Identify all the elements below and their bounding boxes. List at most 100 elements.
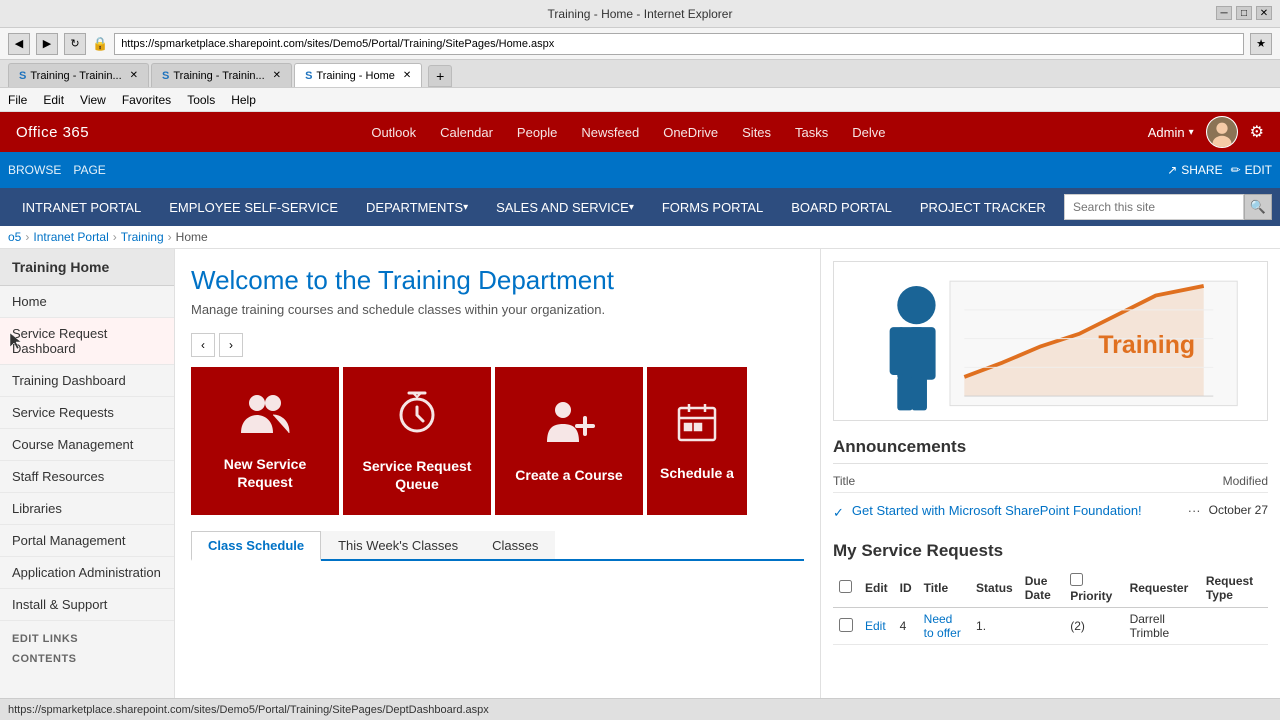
topnav-item-forms[interactable]: FORMS PORTAL — [648, 188, 777, 226]
announcements-title: Announcements — [833, 437, 1268, 464]
sidebar-item-install-support[interactable]: Install & Support — [0, 589, 174, 621]
o365-nav-people[interactable]: People — [517, 125, 557, 140]
settings-icon[interactable]: ⚙ — [1250, 122, 1264, 142]
browser-title: Training - Home - Internet Explorer — [548, 7, 733, 21]
o365-nav-onedrive[interactable]: OneDrive — [663, 125, 718, 140]
tab-close-2[interactable]: ✕ — [273, 70, 281, 81]
topnav-item-sales[interactable]: SALES AND SERVICE — [482, 188, 648, 226]
tab-close-1[interactable]: ✕ — [130, 70, 138, 81]
sr-title-link-1[interactable]: Need to offer — [924, 612, 961, 640]
tab-this-weeks-classes[interactable]: This Week's Classes — [321, 531, 475, 559]
tile-label-service-request-queue: Service Request Queue — [343, 457, 491, 493]
sr-table-header: Edit ID Title Status Due Date Priority R… — [833, 569, 1268, 608]
sidebar-item-home[interactable]: Home — [0, 286, 174, 318]
tile-icon-person-add — [543, 398, 595, 458]
tile-new-service-request[interactable]: New Service Request — [191, 367, 339, 515]
o365-nav-delve[interactable]: Delve — [852, 125, 885, 140]
o365-nav-sites[interactable]: Sites — [742, 125, 771, 140]
tile-create-course[interactable]: Create a Course — [495, 367, 643, 515]
tile-label-create-course: Create a Course — [507, 466, 630, 484]
tiles-container: New Service Request Service Request Queu… — [191, 367, 804, 515]
menu-help[interactable]: Help — [231, 93, 256, 107]
tab-close-3[interactable]: ✕ — [403, 70, 411, 81]
user-avatar[interactable] — [1206, 116, 1238, 148]
menu-file[interactable]: File — [8, 93, 27, 107]
breadcrumb-training[interactable]: Training — [121, 230, 164, 244]
topnav-item-intranet[interactable]: INTRANET PORTAL — [8, 188, 155, 226]
menu-edit[interactable]: Edit — [43, 93, 64, 107]
browser-tab-1[interactable]: S Training - Trainin... ✕ — [8, 63, 149, 87]
forward-btn[interactable]: ▶ — [36, 33, 58, 55]
svg-text:Training: Training — [1098, 331, 1195, 359]
sr-priority-filter[interactable] — [1070, 573, 1083, 586]
breadcrumb-current: Home — [176, 230, 208, 244]
announce-col-modified: Modified — [1223, 474, 1268, 488]
menu-view[interactable]: View — [80, 93, 106, 107]
topnav-item-project[interactable]: PROJECT TRACKER — [906, 188, 1060, 226]
breadcrumb-intranet[interactable]: Intranet Portal — [33, 230, 108, 244]
browse-btn[interactable]: BROWSE — [8, 163, 61, 177]
sidebar-item-staff-resources[interactable]: Staff Resources — [0, 461, 174, 493]
o365-nav-calendar[interactable]: Calendar — [440, 125, 493, 140]
back-btn[interactable]: ◀ — [8, 33, 30, 55]
edit-btn[interactable]: ✏ EDIT — [1231, 163, 1272, 177]
edit-icon: ✏ — [1231, 163, 1241, 177]
refresh-btn[interactable]: ↻ — [64, 33, 86, 55]
share-btn[interactable]: ↗ SHARE — [1167, 163, 1222, 177]
sr-col-requester: Requester — [1124, 569, 1200, 608]
sr-row-priority: (2) — [1064, 608, 1123, 645]
sidebar-item-portal-management[interactable]: Portal Management — [0, 525, 174, 557]
edit-links-btn[interactable]: EDIT LINKS — [12, 633, 162, 645]
announce-dots-btn[interactable]: ··· — [1188, 503, 1201, 518]
o365-nav-newsfeed[interactable]: Newsfeed — [581, 125, 639, 140]
favorites-btn[interactable]: ★ — [1250, 33, 1272, 55]
tab-classes[interactable]: Classes — [475, 531, 555, 559]
topnav-item-departments[interactable]: DEPARTMENTS — [352, 188, 482, 226]
sr-col-due-date: Due Date — [1019, 569, 1065, 608]
menu-tools[interactable]: Tools — [187, 93, 215, 107]
sr-row-status: 1. — [970, 608, 1019, 645]
o365-nav-outlook[interactable]: Outlook — [371, 125, 416, 140]
topnav-item-employee[interactable]: EMPLOYEE SELF-SERVICE — [155, 188, 352, 226]
training-image: Training — [833, 261, 1268, 421]
sidebar-title: Training Home — [0, 249, 174, 286]
tile-service-request-queue[interactable]: Service Request Queue — [343, 367, 491, 515]
announcement-item-1: ✓ Get Started with Microsoft SharePoint … — [833, 499, 1268, 525]
tile-label-schedule: Schedule a — [652, 464, 742, 482]
sidebar-item-service-request-dashboard[interactable]: Service Request Dashboard — [0, 318, 174, 365]
announce-text-1[interactable]: Get Started with Microsoft SharePoint Fo… — [852, 503, 1180, 518]
browser-tab-3[interactable]: S Training - Home ✕ — [294, 63, 422, 87]
minimize-btn[interactable]: ─ — [1216, 6, 1232, 20]
restore-btn[interactable]: □ — [1236, 6, 1252, 20]
new-tab-btn[interactable]: + — [428, 65, 452, 87]
breadcrumb-root[interactable]: o5 — [8, 230, 21, 244]
close-btn[interactable]: ✕ — [1256, 6, 1272, 20]
o365-nav-tasks[interactable]: Tasks — [795, 125, 828, 140]
service-requests-section: My Service Requests Edit ID Title Status… — [833, 541, 1268, 645]
sidebar-item-libraries[interactable]: Libraries — [0, 493, 174, 525]
admin-menu[interactable]: Admin ▾ — [1148, 125, 1194, 140]
sr-row-checkbox-1[interactable] — [839, 618, 853, 632]
right-panel: Training Announcements Title Modified ✓ … — [820, 249, 1280, 717]
announce-date-1: October 27 — [1209, 503, 1268, 517]
sr-select-all[interactable] — [839, 580, 852, 593]
search-input[interactable] — [1064, 194, 1244, 220]
search-btn[interactable]: 🔍 — [1244, 194, 1272, 220]
sidebar-item-training-dashboard[interactable]: Training Dashboard — [0, 365, 174, 397]
status-bar: https://spmarketplace.sharepoint.com/sit… — [0, 698, 1280, 720]
carousel-prev-btn[interactable]: ‹ — [191, 333, 215, 357]
address-bar-input[interactable] — [114, 33, 1244, 55]
sidebar-item-app-admin[interactable]: Application Administration — [0, 557, 174, 589]
contents-btn[interactable]: CONTENTS — [12, 653, 162, 665]
sidebar-item-service-requests[interactable]: Service Requests — [0, 397, 174, 429]
carousel-next-btn[interactable]: › — [219, 333, 243, 357]
menu-favorites[interactable]: Favorites — [122, 93, 171, 107]
sidebar-item-course-management[interactable]: Course Management — [0, 429, 174, 461]
tile-schedule[interactable]: Schedule a — [647, 367, 747, 515]
page-btn[interactable]: PAGE — [73, 163, 105, 177]
tab-class-schedule[interactable]: Class Schedule — [191, 531, 321, 561]
topnav-item-board[interactable]: BOARD PORTAL — [777, 188, 906, 226]
browser-tab-2[interactable]: S Training - Trainin... ✕ — [151, 63, 292, 87]
sr-edit-link-1[interactable]: Edit — [865, 619, 886, 633]
sr-col-edit: Edit — [859, 569, 894, 608]
